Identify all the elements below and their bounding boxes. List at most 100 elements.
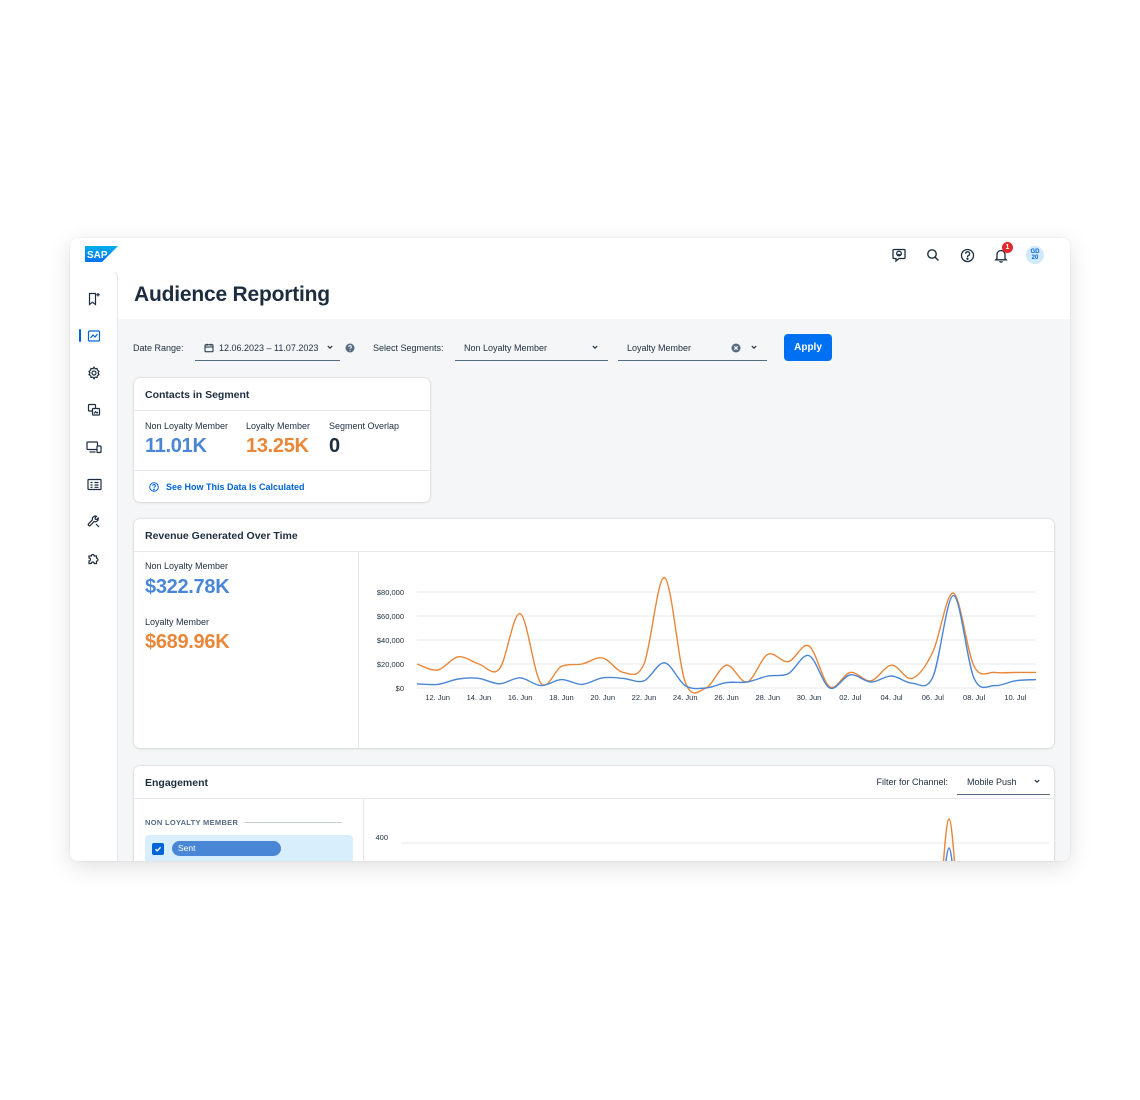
y-tick-label: $20,000 xyxy=(377,660,404,669)
page-title: Audience Reporting xyxy=(134,283,330,306)
help-icon[interactable] xyxy=(950,244,984,266)
sidebar-item-settings[interactable] xyxy=(70,361,118,385)
date-range-picker[interactable]: 12.06.2023 – 11.07.2023 xyxy=(195,335,340,361)
sidebar-item-images[interactable] xyxy=(70,398,118,422)
stat-value-loyalty: 13.25K xyxy=(246,435,309,457)
x-tick-label: 14. Jun xyxy=(467,693,492,702)
x-tick-label: 24. Jun xyxy=(673,693,698,702)
chevron-down-icon xyxy=(751,345,757,350)
chevron-down-icon xyxy=(1034,779,1040,784)
segment-select-1[interactable]: Non Loyalty Member xyxy=(455,335,608,361)
contacts-card: Contacts in Segment Non Loyalty Member 1… xyxy=(134,378,430,502)
date-range-label: Date Range: xyxy=(133,343,184,353)
wrench-icon xyxy=(87,515,100,528)
revenue-value-loyalty: $689.96K xyxy=(145,631,230,653)
svg-text:SAP: SAP xyxy=(87,250,108,261)
chevron-down-icon xyxy=(592,345,598,350)
segment-select-2[interactable]: Loyalty Member xyxy=(618,335,767,361)
engagement-title: Engagement xyxy=(145,777,209,789)
x-tick-label: 08. Jul xyxy=(963,693,985,702)
clear-icon[interactable] xyxy=(731,343,741,353)
x-tick-label: 26. Jun xyxy=(714,693,739,702)
x-tick-label: 12. Jun xyxy=(425,693,450,702)
channel-select[interactable]: Mobile Push xyxy=(957,769,1050,795)
user-avatar-button[interactable]: GD 20 xyxy=(1018,244,1052,266)
calculation-info-link[interactable]: See How This Data Is Calculated xyxy=(149,482,305,492)
segment-1-value: Non Loyalty Member xyxy=(464,342,548,353)
channel-value: Mobile Push xyxy=(967,776,1017,787)
page-header: Audience Reporting xyxy=(118,272,1070,319)
stat-value-non-loyalty: 11.01K xyxy=(145,435,207,457)
sidebar-item-tools[interactable] xyxy=(70,509,118,533)
segment-2-value: Loyalty Member xyxy=(627,342,692,353)
shell-actions: 1 GD 20 xyxy=(882,242,1052,266)
side-navigation xyxy=(70,272,118,861)
bookmark-icon xyxy=(88,292,100,306)
feedback-icon[interactable] xyxy=(882,244,916,266)
images-icon xyxy=(87,403,101,416)
stat-label-loyalty: Loyalty Member xyxy=(246,421,311,431)
stat-value-overlap: 0 xyxy=(329,435,340,457)
sap-logo[interactable]: SAP xyxy=(85,246,118,262)
avatar-number: 20 xyxy=(1031,255,1039,261)
revenue-value-non-loyalty: $322.78K xyxy=(145,576,230,598)
stat-label-non-loyalty: Non Loyalty Member xyxy=(145,421,229,431)
sidebar-item-analytics[interactable] xyxy=(70,324,118,348)
analytics-icon xyxy=(87,330,101,342)
y-tick-label: $40,000 xyxy=(377,636,404,645)
date-range-value: 12.06.2023 – 11.07.2023 xyxy=(219,342,319,353)
revenue-label-non-loyalty: Non Loyalty Member xyxy=(145,561,229,571)
metric-pill-sent: Sent xyxy=(172,841,281,856)
apply-button[interactable]: Apply xyxy=(784,334,832,361)
y-tick-label: $0 xyxy=(396,684,404,693)
x-tick-label: 04. Jul xyxy=(881,693,903,702)
segments-label: Select Segments: xyxy=(373,343,444,353)
section-label-non-loyalty: NON LOYALTY MEMBER xyxy=(145,818,239,827)
sidebar-item-devices[interactable] xyxy=(70,435,118,459)
app-window: SAP 1 GD 20 Audience Reporting Date Rang… xyxy=(70,238,1070,861)
calculation-link-text: See How This Data Is Calculated xyxy=(166,482,305,492)
x-tick-label: 30. Jun xyxy=(797,693,822,702)
metric-checkbox[interactable] xyxy=(152,843,164,855)
metric-row-sent[interactable]: Sent xyxy=(145,835,353,861)
revenue-card: Revenue Generated Over Time Non Loyalty … xyxy=(134,519,1054,748)
filter-bar: Date Range: 12.06.2023 – 11.07.2023 Sele… xyxy=(133,334,853,362)
settings-icon xyxy=(88,366,100,380)
checkmark-icon xyxy=(155,846,162,852)
sidebar-item-contacts[interactable] xyxy=(70,472,118,496)
search-icon[interactable] xyxy=(916,244,950,266)
avatar: GD 20 xyxy=(1026,246,1044,264)
series-line-loyalty-member xyxy=(416,576,1036,694)
x-tick-label: 10. Jul xyxy=(1004,693,1026,702)
channel-filter-label: Filter for Channel: xyxy=(876,777,948,787)
y-tick-label: $60,000 xyxy=(377,612,404,621)
contacts-title: Contacts in Segment xyxy=(145,389,250,401)
sidebar-item-bookmark[interactable] xyxy=(70,287,118,311)
y-tick-label: 400 xyxy=(375,833,388,842)
x-tick-label: 16. Jun xyxy=(508,693,533,702)
contacts-icon xyxy=(86,478,102,490)
help-icon xyxy=(149,482,159,492)
sidebar-item-extensions[interactable] xyxy=(70,546,118,570)
x-tick-label: 18. Jun xyxy=(549,693,574,702)
revenue-title: Revenue Generated Over Time xyxy=(145,530,298,542)
info-icon[interactable] xyxy=(345,343,355,353)
section-divider xyxy=(244,822,342,823)
notification-badge: 1 xyxy=(1002,242,1013,253)
x-tick-label: 20. Jun xyxy=(590,693,615,702)
x-tick-label: 06. Jul xyxy=(922,693,944,702)
series-line-non-loyalty-member xyxy=(416,594,1037,690)
devices-icon xyxy=(86,441,102,454)
bell-icon[interactable]: 1 xyxy=(984,242,1018,266)
engagement-card: Engagement Filter for Channel: Mobile Pu… xyxy=(134,766,1054,861)
series-line-loyalty-member xyxy=(942,818,956,861)
revenue-label-loyalty: Loyalty Member xyxy=(145,617,210,627)
shell-bar: SAP 1 GD 20 xyxy=(70,238,1070,272)
active-indicator xyxy=(79,329,81,342)
divider xyxy=(134,470,430,471)
x-tick-label: 28. Jun xyxy=(755,693,780,702)
x-tick-label: 22. Jun xyxy=(632,693,657,702)
puzzle-icon xyxy=(88,553,99,565)
stat-label-overlap: Segment Overlap xyxy=(329,421,400,431)
engagement-line-chart: 400 xyxy=(375,818,1049,861)
